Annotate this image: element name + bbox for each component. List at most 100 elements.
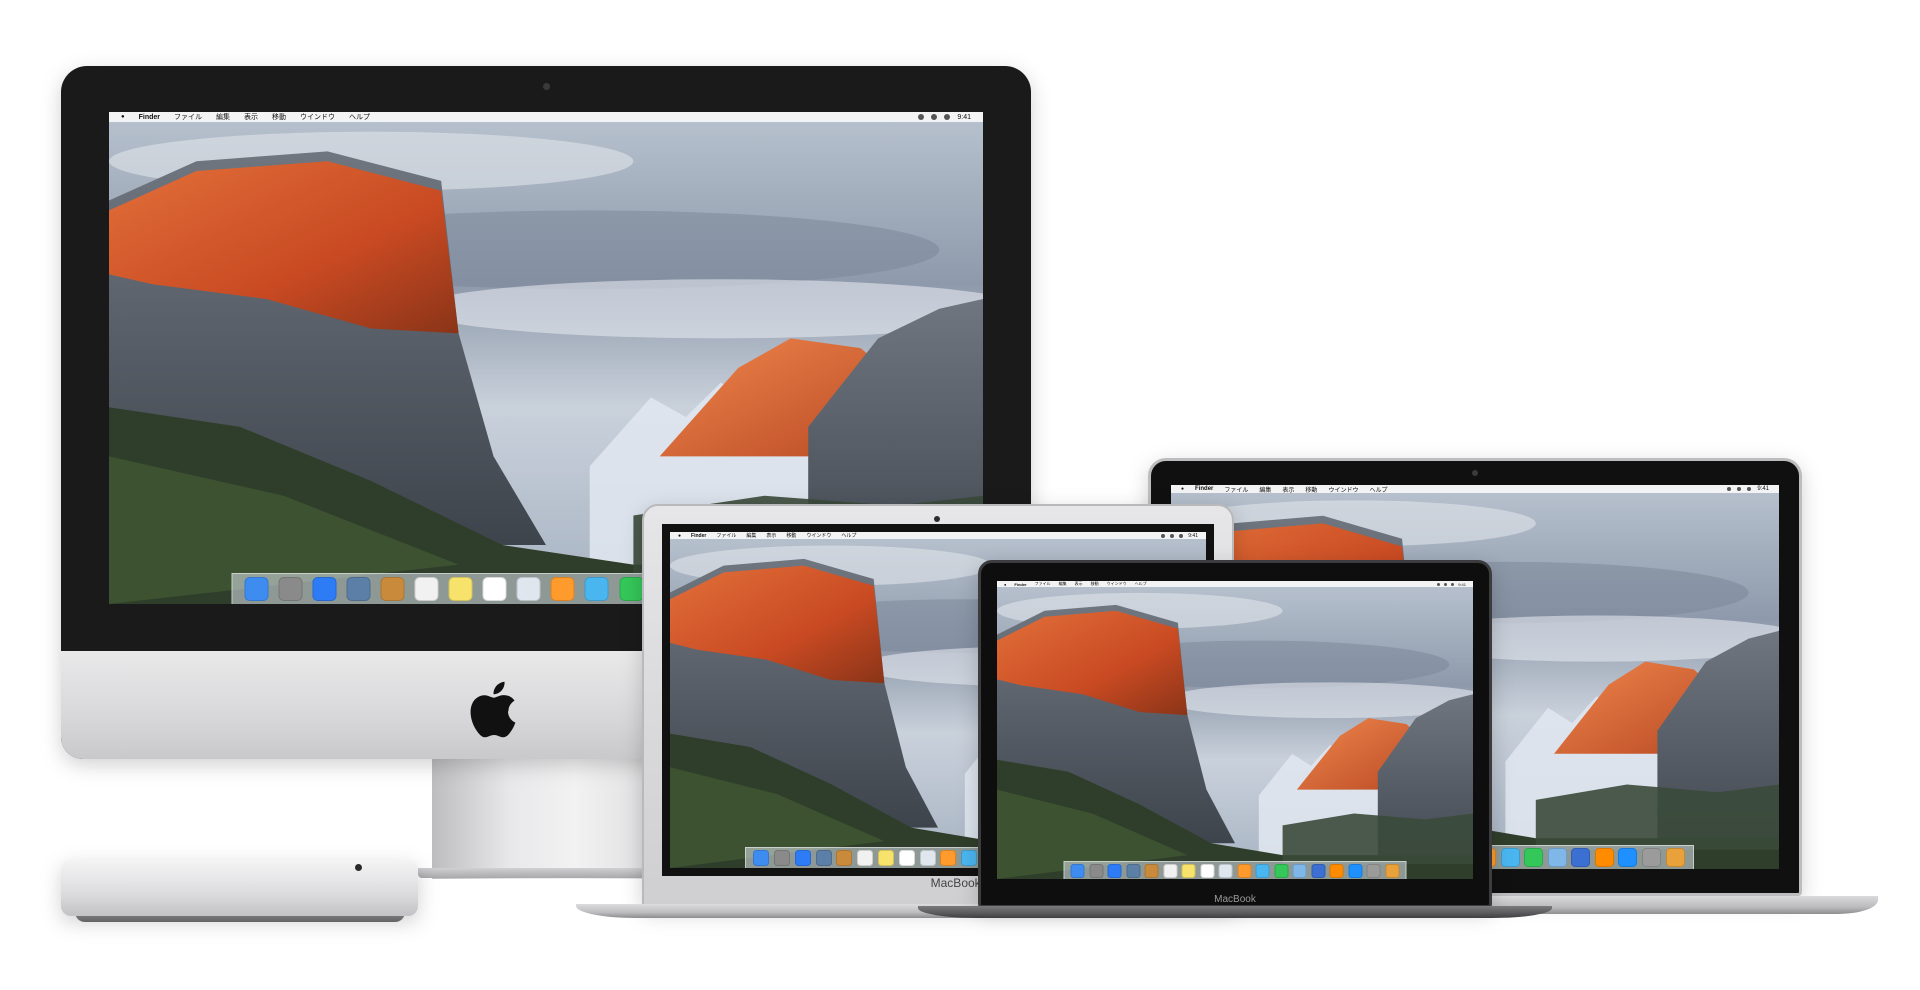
apple-menu-icon[interactable]: ● bbox=[1181, 486, 1184, 492]
dock-app-icon[interactable] bbox=[1594, 848, 1614, 867]
menu-item[interactable]: 移動 bbox=[1305, 485, 1317, 494]
menu-item[interactable]: 移動 bbox=[272, 112, 286, 122]
dock-app-icon[interactable] bbox=[516, 577, 541, 601]
dock-app-icon[interactable] bbox=[1089, 863, 1104, 878]
menu-item[interactable]: 移動 bbox=[1091, 581, 1099, 587]
dock-app-icon[interactable] bbox=[1618, 848, 1638, 867]
menu-item[interactable]: 表示 bbox=[766, 532, 776, 539]
wifi-icon[interactable] bbox=[1161, 533, 1166, 538]
menu-item[interactable]: ファイル bbox=[1224, 485, 1248, 494]
dock-app-icon[interactable] bbox=[1385, 863, 1400, 878]
volume-icon[interactable] bbox=[931, 114, 938, 120]
menu-item-finder[interactable]: Finder bbox=[691, 533, 706, 539]
dock-app-icon[interactable] bbox=[1311, 863, 1326, 878]
dock-app-icon[interactable] bbox=[1348, 863, 1363, 878]
dock-app-icon[interactable] bbox=[584, 577, 609, 601]
dock-app-icon[interactable] bbox=[1329, 863, 1344, 878]
menu-item[interactable]: ヘルプ bbox=[1135, 581, 1147, 587]
menu-bar-clock[interactable]: 9:41 bbox=[957, 114, 971, 121]
dock-app-icon[interactable] bbox=[1524, 848, 1544, 867]
dock-app-icon[interactable] bbox=[1292, 863, 1307, 878]
dock-app-icon[interactable] bbox=[448, 577, 473, 601]
dock-app-icon[interactable] bbox=[380, 577, 405, 601]
dock-app-icon[interactable] bbox=[414, 577, 439, 601]
dock-app-icon[interactable] bbox=[1642, 848, 1662, 867]
menu-item[interactable]: ウインドウ bbox=[806, 532, 831, 539]
menu-item-finder[interactable]: Finder bbox=[139, 114, 160, 121]
menu-item[interactable]: 編集 bbox=[1059, 581, 1067, 587]
menu-item-finder[interactable]: Finder bbox=[1014, 582, 1026, 587]
dock-app-icon[interactable] bbox=[1144, 863, 1159, 878]
dock-app-icon[interactable] bbox=[278, 577, 303, 601]
dock-app-icon[interactable] bbox=[877, 850, 894, 866]
dock-app-icon[interactable] bbox=[346, 577, 371, 601]
menu-item[interactable]: 表示 bbox=[1075, 581, 1083, 587]
battery-icon[interactable] bbox=[1747, 487, 1752, 491]
menu-item[interactable]: 表示 bbox=[1282, 485, 1294, 494]
dock-app-icon[interactable] bbox=[919, 850, 936, 866]
dock-app-icon[interactable] bbox=[550, 577, 575, 601]
dock-app-icon[interactable] bbox=[1571, 848, 1591, 867]
dock-app-icon[interactable] bbox=[753, 850, 770, 866]
dock-app-icon[interactable] bbox=[815, 850, 832, 866]
dock-app-icon[interactable] bbox=[1665, 848, 1685, 867]
dock-app-icon[interactable] bbox=[1274, 863, 1289, 878]
product-lineup-scene: ● Finder ファイル 編集 表示 移動 ウインドウ ヘルプ 9:41 ● … bbox=[0, 0, 1920, 990]
dock-app-icon[interactable] bbox=[1181, 863, 1196, 878]
dock-app-icon[interactable] bbox=[836, 850, 853, 866]
apple-menu-icon[interactable]: ● bbox=[678, 533, 681, 539]
dock-app-icon[interactable] bbox=[1218, 863, 1233, 878]
menu-bar-clock[interactable]: 9:41 bbox=[1458, 582, 1466, 587]
dock-app-icon[interactable] bbox=[1366, 863, 1381, 878]
menu-item-finder[interactable]: Finder bbox=[1195, 486, 1213, 492]
dock-app-icon[interactable] bbox=[940, 850, 957, 866]
dock-app-icon[interactable] bbox=[794, 850, 811, 866]
volume-icon[interactable] bbox=[1170, 533, 1175, 538]
dock-app-icon[interactable] bbox=[1107, 863, 1122, 878]
dock-app-icon[interactable] bbox=[961, 850, 978, 866]
menu-bar-clock[interactable]: 9:41 bbox=[1757, 486, 1769, 492]
dock-app-icon[interactable] bbox=[619, 577, 644, 601]
menu-item[interactable]: ウインドウ bbox=[300, 112, 335, 122]
battery-icon[interactable] bbox=[1451, 582, 1455, 586]
menu-item[interactable]: 表示 bbox=[244, 112, 258, 122]
wifi-icon[interactable] bbox=[1437, 582, 1441, 586]
dock-app-icon[interactable] bbox=[857, 850, 874, 866]
menu-item[interactable]: ファイル bbox=[716, 532, 736, 539]
dock-app-icon[interactable] bbox=[482, 577, 507, 601]
dock bbox=[1063, 861, 1407, 879]
dock-app-icon[interactable] bbox=[898, 850, 915, 866]
menu-item[interactable]: ヘルプ bbox=[349, 112, 370, 122]
battery-icon[interactable] bbox=[944, 114, 951, 120]
wifi-icon[interactable] bbox=[918, 114, 925, 120]
dock-app-icon[interactable] bbox=[1500, 848, 1520, 867]
menu-item[interactable]: 編集 bbox=[1259, 485, 1271, 494]
apple-menu-icon[interactable]: ● bbox=[1004, 582, 1006, 587]
dock-app-icon[interactable] bbox=[1200, 863, 1215, 878]
menu-bar-clock[interactable]: 9:41 bbox=[1188, 533, 1198, 539]
dock-app-icon[interactable] bbox=[1237, 863, 1252, 878]
dock-app-icon[interactable] bbox=[244, 577, 269, 601]
dock-app-icon[interactable] bbox=[1547, 848, 1567, 867]
menu-item[interactable]: ウインドウ bbox=[1328, 485, 1358, 494]
apple-menu-icon[interactable]: ● bbox=[121, 114, 125, 120]
dock-app-icon[interactable] bbox=[1163, 863, 1178, 878]
volume-icon[interactable] bbox=[1444, 582, 1448, 586]
dock-app-icon[interactable] bbox=[1070, 863, 1085, 878]
dock-app-icon[interactable] bbox=[312, 577, 337, 601]
menu-item[interactable]: ヘルプ bbox=[841, 532, 856, 539]
menu-item[interactable]: ファイル bbox=[1035, 581, 1051, 587]
wifi-icon[interactable] bbox=[1727, 487, 1732, 491]
menu-bar: ● Finder ファイル 編集 表示 移動 ウインドウ ヘルプ 9:41 bbox=[670, 532, 1206, 539]
menu-item[interactable]: 編集 bbox=[746, 532, 756, 539]
dock-app-icon[interactable] bbox=[1126, 863, 1141, 878]
menu-item[interactable]: 移動 bbox=[786, 532, 796, 539]
menu-item[interactable]: ファイル bbox=[174, 112, 202, 122]
dock-app-icon[interactable] bbox=[774, 850, 791, 866]
menu-item[interactable]: 編集 bbox=[216, 112, 230, 122]
menu-item[interactable]: ウインドウ bbox=[1107, 581, 1127, 587]
volume-icon[interactable] bbox=[1737, 487, 1742, 491]
battery-icon[interactable] bbox=[1179, 533, 1184, 538]
menu-item[interactable]: ヘルプ bbox=[1369, 485, 1387, 494]
dock-app-icon[interactable] bbox=[1255, 863, 1270, 878]
